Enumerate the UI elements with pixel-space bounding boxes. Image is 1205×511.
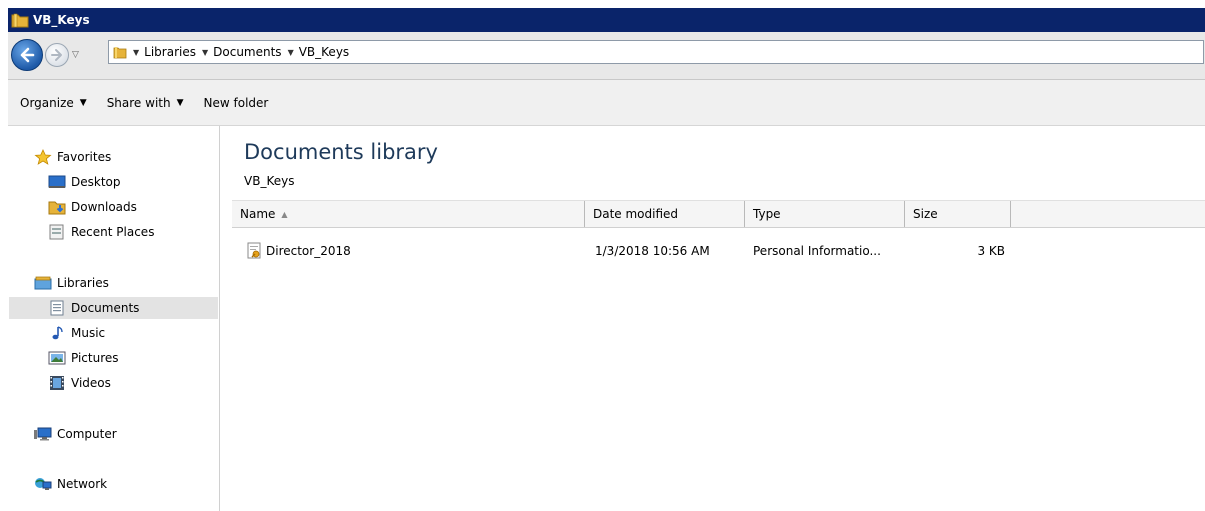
star-icon (34, 149, 52, 165)
breadcrumb-documents[interactable]: ▼ Documents (202, 45, 282, 59)
file-size-cell: 3 KB (977, 244, 1005, 258)
sort-ascending-icon: ▲ (281, 209, 288, 219)
chevron-down-icon: ▼ (176, 97, 184, 108)
sidebar-item-favorites[interactable]: Favorites (34, 146, 111, 168)
video-film-icon (48, 375, 66, 391)
arrow-left-icon (20, 47, 35, 63)
sidebar-item-videos[interactable]: Videos (48, 372, 111, 394)
recent-pages-dropdown[interactable]: ▽ (72, 50, 82, 60)
file-date-cell: 1/3/2018 10:56 AM (595, 244, 710, 258)
sidebar-item-pictures[interactable]: Pictures (48, 347, 119, 369)
folder-icon (11, 12, 29, 28)
column-header-date-modified[interactable]: Date modified (585, 201, 745, 227)
arrow-right-icon (51, 49, 62, 61)
column-header-row: Name ▲ Date modified Type Size (232, 200, 1205, 228)
column-header-name[interactable]: Name ▲ (232, 201, 585, 227)
file-name-cell[interactable]: Director_2018 (246, 240, 351, 262)
organize-button[interactable]: Organize ▼ (20, 96, 87, 110)
computer-icon (34, 426, 52, 442)
music-note-icon (48, 325, 66, 341)
explorer-window: VB_Keys ▽ ▼ Libraries ▼ Documents ▼ VB_K… (8, 8, 1205, 511)
libraries-icon (34, 275, 52, 291)
breadcrumb-libraries[interactable]: ▼ Libraries (133, 45, 196, 59)
sidebar-item-music[interactable]: Music (48, 322, 105, 344)
column-header-type[interactable]: Type (745, 201, 905, 227)
documents-icon (48, 300, 66, 316)
command-bar: Organize ▼ Share with ▼ New folder (8, 80, 1205, 126)
sidebar-item-downloads[interactable]: Downloads (48, 196, 137, 218)
chevron-down-icon[interactable]: ▼ (133, 48, 139, 57)
navigation-pane: Favorites Desktop Downloads Recent Place… (8, 126, 220, 511)
column-header-size[interactable]: Size (905, 201, 1011, 227)
desktop-icon (48, 174, 66, 190)
back-button[interactable] (11, 39, 43, 71)
new-folder-button[interactable]: New folder (204, 96, 269, 110)
title-bar[interactable]: VB_Keys (8, 8, 1205, 32)
file-type-cell: Personal Informatio... (753, 244, 881, 258)
file-row[interactable]: Director_2018 1/3/2018 10:56 AM Personal… (232, 240, 1205, 262)
breadcrumb-vb-keys[interactable]: ▼ VB_Keys (288, 45, 350, 59)
sidebar-item-documents[interactable]: Documents (9, 297, 218, 319)
pfx-certificate-icon (246, 242, 264, 260)
pictures-icon (48, 350, 66, 366)
file-list-pane: Documents library VB_Keys Name ▲ Date mo… (220, 126, 1205, 511)
sidebar-item-recent-places[interactable]: Recent Places (48, 221, 154, 243)
sidebar-item-libraries[interactable]: Libraries (34, 272, 109, 294)
network-icon (34, 476, 52, 492)
chevron-down-icon[interactable]: ▼ (288, 48, 294, 57)
forward-button[interactable] (45, 43, 69, 67)
chevron-down-icon: ▼ (79, 97, 87, 108)
downloads-folder-icon (48, 199, 66, 215)
library-title: Documents library (244, 140, 438, 164)
sidebar-item-desktop[interactable]: Desktop (48, 171, 121, 193)
share-with-button[interactable]: Share with ▼ (107, 96, 184, 110)
window-title: VB_Keys (33, 13, 90, 27)
sidebar-item-computer[interactable]: Computer (34, 423, 117, 445)
address-row: ▽ ▼ Libraries ▼ Documents ▼ VB_Keys (8, 32, 1205, 80)
sidebar-item-network[interactable]: Network (34, 473, 107, 495)
address-bar[interactable]: ▼ Libraries ▼ Documents ▼ VB_Keys (108, 40, 1204, 64)
folder-icon (113, 45, 127, 59)
library-subtitle: VB_Keys (244, 174, 295, 188)
chevron-down-icon[interactable]: ▼ (202, 48, 208, 57)
recent-places-icon (48, 224, 66, 240)
